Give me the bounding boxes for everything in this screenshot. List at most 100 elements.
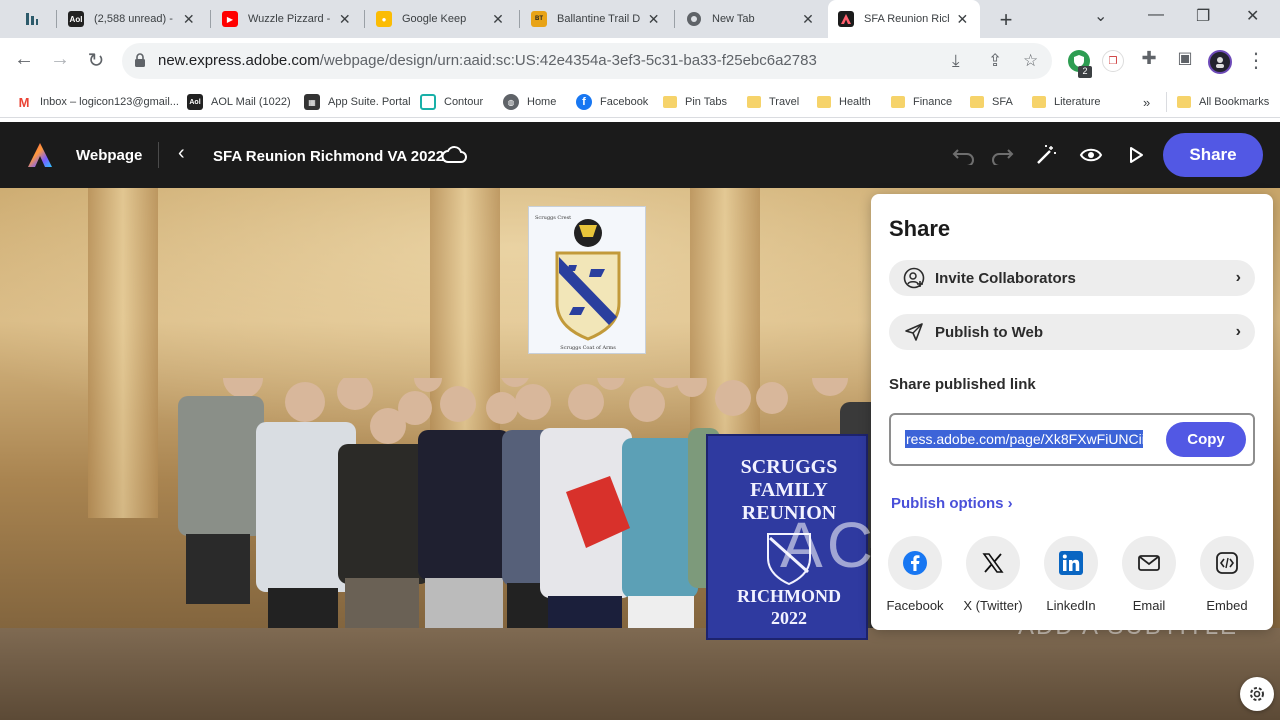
bookmark-star-icon[interactable]: ☆ — [1023, 51, 1038, 71]
share-email[interactable]: Email — [1114, 536, 1184, 613]
tab-title: (2,588 unread) - lo — [94, 13, 176, 25]
bookmark-label: App Suite. Portal — [328, 96, 411, 108]
side-panel-icon[interactable]: ▣ — [1173, 48, 1197, 68]
chrome-menu-icon[interactable]: ⋮ — [1244, 48, 1268, 73]
bookmark-label: Finance — [913, 96, 953, 108]
bookmark-folder-sfa[interactable]: SFA — [970, 92, 1013, 112]
tab-ballantine[interactable]: BT Ballantine Trail Da ✕ — [521, 0, 671, 38]
title-watermark-text[interactable]: AC — [780, 508, 877, 582]
preview-eye-icon[interactable] — [1078, 142, 1104, 168]
app-name[interactable]: Webpage — [76, 147, 142, 164]
tab-sfa-reunion[interactable]: SFA Reunion Rich ✕ — [828, 0, 980, 38]
back-chevron-icon[interactable]: ‹ — [178, 142, 185, 165]
back-arrow-icon[interactable]: ← — [12, 48, 36, 71]
bookmark-label: All Bookmarks — [1199, 96, 1270, 108]
lock-icon — [135, 53, 145, 67]
published-link-text[interactable]: ress.adobe.com/page/Xk8FXwFiUNCii — [905, 430, 1143, 448]
settings-gear-button[interactable] — [1240, 677, 1274, 711]
folder-icon — [663, 96, 677, 108]
share-panel: Share Invite Collaborators › Publish to … — [871, 194, 1273, 630]
reload-icon[interactable]: ↻ — [84, 48, 108, 73]
embed-icon — [1200, 536, 1254, 590]
bookmark-aol-mail[interactable]: Aol AOL Mail (1022) — [187, 92, 291, 112]
tab-close-icon[interactable]: ✕ — [182, 11, 196, 28]
tab-search-chevron-icon[interactable]: ⌄ — [1094, 6, 1107, 26]
bookmark-folder-pin-tabs[interactable]: Pin Tabs — [663, 92, 727, 112]
bookmark-folder-literature[interactable]: Literature — [1032, 92, 1100, 112]
share-published-link-heading: Share published link — [889, 376, 1036, 393]
bookmark-facebook[interactable]: f Facebook — [576, 92, 648, 112]
share-x-twitter[interactable]: X (Twitter) — [958, 536, 1028, 613]
publish-to-web-label: Publish to Web — [935, 323, 1044, 341]
tab-youtube[interactable]: ▶ Wuzzle Pizzard - Y ✕ — [212, 0, 362, 38]
copy-link-button[interactable]: Copy — [1166, 422, 1246, 457]
published-link-field[interactable]: ress.adobe.com/page/Xk8FXwFiUNCii Copy — [889, 413, 1255, 466]
share-button[interactable]: Share — [1163, 133, 1263, 177]
adobe-express-logo[interactable] — [26, 141, 54, 169]
bookmark-label: Travel — [769, 96, 800, 108]
crest-shield-icon — [555, 219, 621, 341]
bookmark-label: Health — [839, 96, 871, 108]
profile-avatar[interactable] — [1208, 50, 1232, 74]
tab-aol-mail[interactable]: Aol (2,588 unread) - lo ✕ — [58, 0, 206, 38]
x-twitter-icon — [966, 536, 1020, 590]
banner-line: SCRUGGS — [740, 456, 838, 478]
magic-wand-icon[interactable] — [1033, 142, 1059, 168]
publish-options-link[interactable]: Publish options › — [891, 495, 1013, 512]
forward-arrow-icon[interactable]: → — [48, 48, 72, 71]
window-close-icon[interactable]: ✕ — [1246, 6, 1259, 26]
tab-title: SFA Reunion Rich — [864, 13, 949, 25]
install-app-icon[interactable]: ⤓ — [952, 51, 960, 71]
bookmark-gmail[interactable]: M Inbox – logicon123@gmail... — [16, 92, 179, 112]
tab-close-icon[interactable]: ✕ — [800, 11, 816, 28]
tab-google-keep[interactable]: ● Google Keep ✕ — [366, 0, 516, 38]
bookmark-folder-travel[interactable]: Travel — [747, 92, 799, 112]
redo-icon[interactable] — [989, 142, 1015, 168]
share-page-icon[interactable]: ⇪ — [988, 51, 1002, 71]
bookmark-label: Literature — [1054, 96, 1101, 108]
tab-new-tab[interactable]: New Tab ✕ — [676, 0, 826, 38]
present-play-icon[interactable] — [1123, 142, 1149, 168]
pocket-extension-icon[interactable]: ❒ — [1102, 50, 1124, 72]
bookmark-folder-health[interactable]: Health — [817, 92, 871, 112]
folder-icon — [891, 96, 905, 108]
new-tab-plus-icon[interactable]: + — [995, 7, 1017, 33]
tab-close-icon[interactable]: ✕ — [955, 11, 970, 28]
bookmark-app-suite[interactable]: ▦ App Suite. Portal — [304, 92, 411, 112]
bookmark-folder-finance[interactable]: Finance — [891, 92, 952, 112]
url-text[interactable]: new.express.adobe.com/webpage/design/urn… — [158, 52, 817, 69]
share-panel-title: Share — [889, 216, 951, 241]
adobe-express-icon — [838, 11, 854, 27]
facebook-icon — [888, 536, 942, 590]
share-embed-label: Embed — [1206, 598, 1248, 613]
tab-close-icon[interactable]: ✕ — [490, 11, 506, 28]
cloud-saved-icon[interactable] — [440, 143, 468, 167]
tab-app-grid[interactable] — [14, 0, 54, 38]
invite-collaborators-row[interactable]: Invite Collaborators › — [889, 260, 1255, 296]
folder-icon — [1032, 96, 1046, 108]
tab-close-icon[interactable]: ✕ — [646, 11, 661, 28]
minimize-icon[interactable]: — — [1148, 6, 1164, 24]
tab-title: New Tab — [712, 13, 755, 25]
invite-collaborators-label: Invite Collaborators — [935, 269, 1076, 287]
restore-icon[interactable]: ❐ — [1196, 6, 1210, 26]
tab-close-icon[interactable]: ✕ — [338, 11, 352, 28]
bookmark-home[interactable]: ◍ Home — [503, 92, 556, 112]
share-facebook[interactable]: Facebook — [880, 536, 950, 613]
share-embed[interactable]: Embed — [1192, 536, 1262, 613]
browser-tab-strip: Aol (2,588 unread) - lo ✕ ▶ Wuzzle Pizza… — [0, 0, 1280, 38]
chrome-icon — [686, 11, 702, 27]
publish-to-web-row[interactable]: Publish to Web › — [889, 314, 1255, 350]
app-grid-icon — [24, 11, 40, 27]
folder-icon — [817, 96, 831, 108]
bookmarks-overflow-chevron-icon[interactable]: » — [1143, 92, 1150, 112]
undo-icon[interactable] — [951, 142, 977, 168]
extensions-puzzle-icon[interactable]: ✚ — [1137, 48, 1161, 69]
share-linkedin[interactable]: LinkedIn — [1036, 536, 1106, 613]
email-icon — [1122, 536, 1176, 590]
bookmark-label: Pin Tabs — [685, 96, 727, 108]
document-title[interactable]: SFA Reunion Richmond VA 2022 — [213, 148, 444, 165]
bookmark-contour[interactable]: Contour — [420, 92, 483, 112]
omnibox[interactable]: new.express.adobe.com/webpage/design/urn… — [122, 43, 1052, 79]
all-bookmarks-folder[interactable]: All Bookmarks — [1177, 92, 1269, 112]
